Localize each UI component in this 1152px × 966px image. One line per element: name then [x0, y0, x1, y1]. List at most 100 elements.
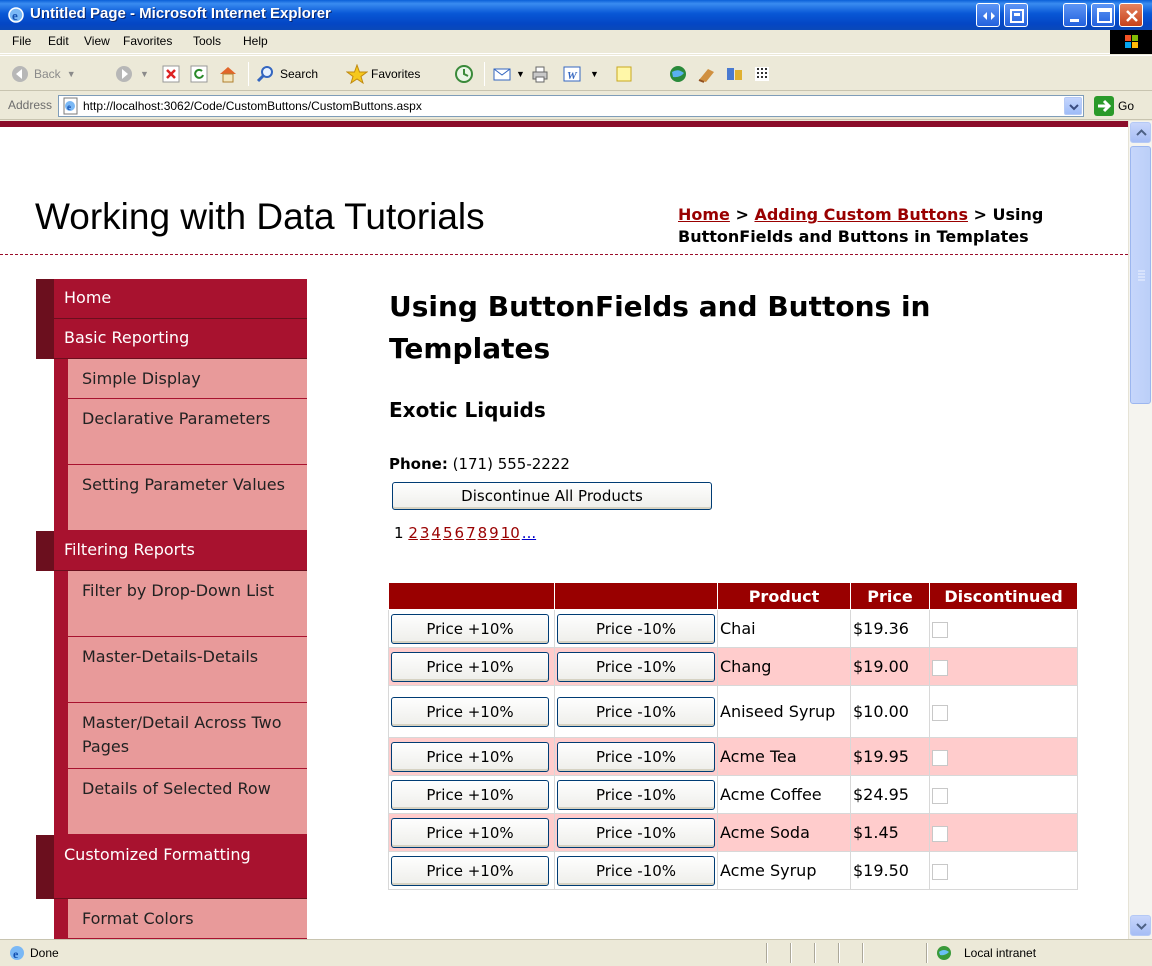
- discontinued-checkbox: [932, 621, 948, 638]
- pager-link-page[interactable]: 5: [443, 524, 453, 542]
- nav-item-filtering-reports[interactable]: Filtering Reports: [36, 531, 307, 571]
- messenger-button[interactable]: [668, 62, 690, 86]
- globe-icon: [670, 66, 686, 82]
- price-increase-button[interactable]: Price +10%: [391, 613, 549, 644]
- table-row: Price +10% Price -10% Chai $19.36: [388, 609, 1078, 648]
- breadcrumb-home-link[interactable]: Home: [678, 205, 730, 224]
- stop-button[interactable]: [162, 62, 180, 86]
- discuss-button[interactable]: [614, 62, 634, 86]
- page-icon: e: [63, 97, 78, 115]
- price-decrease-button[interactable]: Price -10%: [557, 613, 715, 644]
- pager-link-page[interactable]: 3: [420, 524, 430, 542]
- page-content: Working with Data Tutorials Home > Addin…: [0, 121, 1128, 939]
- menu-help[interactable]: Help: [243, 34, 268, 48]
- nav-subitem-setting-parameter-values[interactable]: Setting Parameter Values: [54, 465, 307, 531]
- tools-button[interactable]: [724, 62, 746, 86]
- menu-view[interactable]: View: [84, 34, 110, 48]
- extension-button[interactable]: [752, 62, 774, 86]
- breadcrumb-separator: >: [967, 205, 993, 224]
- mail-button[interactable]: ▼: [492, 62, 525, 86]
- extra-window-button[interactable]: [976, 3, 1000, 27]
- address-input[interactable]: e http://localhost:3062/Code/CustomButto…: [58, 95, 1084, 117]
- svg-text:e: e: [67, 102, 71, 112]
- vertical-scrollbar[interactable]: [1128, 121, 1152, 939]
- price-decrease-button[interactable]: Price -10%: [557, 817, 715, 848]
- breadcrumb-parent-link[interactable]: Adding Custom Buttons: [754, 205, 968, 224]
- price-increase-button[interactable]: Price +10%: [391, 696, 549, 727]
- price-decrease-button[interactable]: Price -10%: [557, 855, 715, 886]
- status-bar: e Done Local intranet: [0, 939, 1152, 966]
- price-increase-button[interactable]: Price +10%: [391, 817, 549, 848]
- price-decrease-button[interactable]: Price -10%: [557, 651, 715, 682]
- refresh-button[interactable]: [190, 62, 208, 86]
- chevron-down-icon: [1136, 923, 1147, 930]
- printer-icon: [532, 66, 548, 83]
- home-button[interactable]: [218, 62, 238, 86]
- minimize-icon: [1070, 19, 1079, 22]
- restore-window-button[interactable]: [1004, 3, 1028, 27]
- toolbar-separator: [484, 62, 485, 86]
- windows-logo-icon: [1110, 30, 1152, 54]
- scroll-thumb[interactable]: [1130, 146, 1151, 404]
- nav-subitem-details-selected-row[interactable]: Details of Selected Row: [54, 769, 307, 835]
- nav-subitem-declarative-parameters[interactable]: Declarative Parameters: [54, 399, 307, 465]
- table-row: Price +10% Price -10% Acme Syrup $19.50: [388, 851, 1078, 890]
- pager-link-page[interactable]: 10: [501, 524, 520, 542]
- pager-more-link[interactable]: ...: [522, 524, 536, 542]
- chevron-down-icon: [1069, 104, 1079, 111]
- close-button[interactable]: [1119, 3, 1143, 27]
- pager-link-page[interactable]: 4: [431, 524, 441, 542]
- menu-tools[interactable]: Tools: [193, 34, 221, 48]
- close-icon: [1126, 10, 1138, 22]
- grid-header-discontinued: Discontinued: [929, 582, 1078, 610]
- nav-item-home[interactable]: Home: [36, 279, 307, 319]
- history-button[interactable]: [454, 62, 474, 86]
- table-row: Price +10% Price -10% Acme Coffee $24.95: [388, 775, 1078, 814]
- table-row: Price +10% Price -10% Chang $19.00: [388, 647, 1078, 686]
- price-decrease-button[interactable]: Price -10%: [557, 696, 715, 727]
- research-button[interactable]: [696, 62, 718, 86]
- forward-button[interactable]: ▼: [114, 62, 149, 86]
- discontinue-all-button[interactable]: Discontinue All Products: [392, 482, 712, 510]
- pager-link-page[interactable]: 8: [478, 524, 488, 542]
- pager-link-page[interactable]: 7: [466, 524, 476, 542]
- price-increase-button[interactable]: Price +10%: [391, 855, 549, 886]
- tools-icon: [727, 68, 742, 80]
- discontinued-checkbox: [932, 659, 948, 676]
- search-label: Search: [280, 67, 319, 81]
- nav-subitem-format-colors[interactable]: Format Colors: [54, 899, 307, 939]
- favorites-button[interactable]: Favorites: [346, 62, 420, 86]
- nav-item-basic-reporting[interactable]: Basic Reporting: [36, 319, 307, 359]
- scroll-up-button[interactable]: [1130, 122, 1151, 143]
- menu-favorites[interactable]: Favorites: [123, 34, 172, 48]
- nav-subitem-filter-dropdown[interactable]: Filter by Drop-Down List: [54, 571, 307, 637]
- product-price: $19.00: [850, 647, 930, 686]
- go-button[interactable]: Go: [1094, 96, 1148, 116]
- search-button[interactable]: Search: [256, 62, 318, 86]
- price-increase-button[interactable]: Price +10%: [391, 651, 549, 682]
- nav-item-customized-formatting[interactable]: Customized Formatting: [36, 835, 307, 899]
- pager-link-page[interactable]: 6: [455, 524, 465, 542]
- header-divider: [0, 254, 1128, 255]
- scroll-down-button[interactable]: [1130, 915, 1151, 936]
- price-increase-button[interactable]: Price +10%: [391, 779, 549, 810]
- edit-button[interactable]: W ▼: [562, 62, 599, 86]
- phone-value: (171) 555-2222: [447, 455, 570, 473]
- menu-edit[interactable]: Edit: [48, 34, 69, 48]
- word-icon: W: [563, 66, 581, 82]
- maximize-button[interactable]: [1091, 3, 1115, 27]
- price-decrease-button[interactable]: Price -10%: [557, 741, 715, 772]
- price-increase-button[interactable]: Price +10%: [391, 741, 549, 772]
- nav-subitem-simple-display[interactable]: Simple Display: [54, 359, 307, 399]
- pager-link-page[interactable]: 9: [489, 524, 499, 542]
- address-dropdown-button[interactable]: [1064, 97, 1082, 115]
- product-name: Acme Soda: [717, 813, 851, 852]
- pager-link-page[interactable]: 2: [408, 524, 418, 542]
- nav-subitem-master-details-details[interactable]: Master-Details-Details: [54, 637, 307, 703]
- minimize-button[interactable]: [1063, 3, 1087, 27]
- print-button[interactable]: [530, 62, 550, 86]
- back-button[interactable]: Back ▼: [10, 62, 76, 86]
- menu-file[interactable]: File: [12, 34, 31, 48]
- price-decrease-button[interactable]: Price -10%: [557, 779, 715, 810]
- nav-subitem-master-detail-two-pages[interactable]: Master/Detail Across Two Pages: [54, 703, 307, 769]
